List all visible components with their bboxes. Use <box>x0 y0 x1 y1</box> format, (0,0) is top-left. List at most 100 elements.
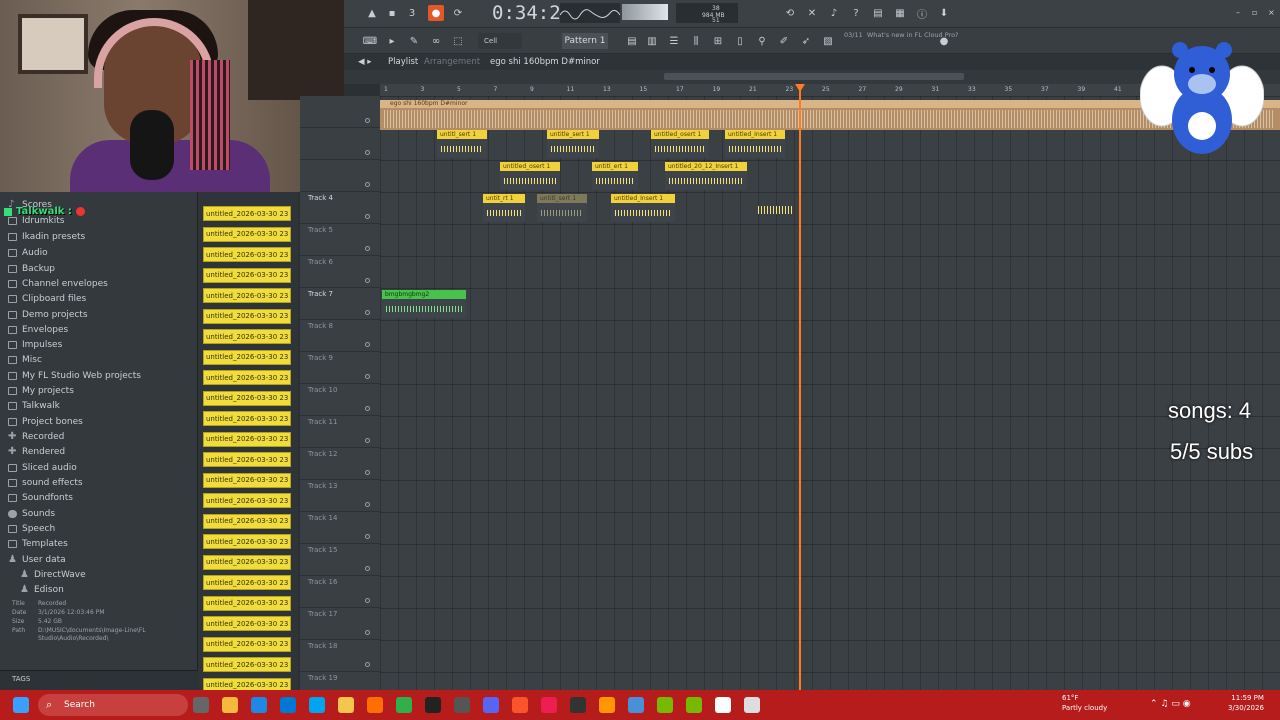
track-name[interactable]: Track 7 <box>308 290 333 298</box>
browser-item[interactable]: My FL Studio Web projects <box>8 369 141 383</box>
track-name[interactable]: Track 5 <box>308 226 333 234</box>
playlist-grid[interactable]: ego shi 160bpm D#minor untitl_sert 1 unti… <box>380 96 1280 690</box>
app-icon-grid[interactable] <box>454 697 470 713</box>
track-header-row[interactable]: Track 9 <box>300 352 380 384</box>
app-icon-k[interactable] <box>425 697 441 713</box>
tree-icon[interactable]: ⊞ <box>710 33 726 49</box>
taskbar-clock[interactable]: 11:59 PM 3/30/2026 <box>1228 693 1264 713</box>
bird-icon[interactable]: ➶ <box>798 33 814 49</box>
browser-item[interactable]: Speech <box>8 522 55 536</box>
draw-icon[interactable]: ✎ <box>406 33 422 49</box>
track-mute-icon[interactable] <box>365 406 370 411</box>
plug-icon[interactable]: ⚲ <box>754 33 770 49</box>
close-icon[interactable]: × <box>1268 8 1275 17</box>
file-item[interactable]: untitled_2026-03-30 23 <box>203 247 291 262</box>
browser-item[interactable]: Talkwalk <box>8 399 60 413</box>
nvidia-app-icon[interactable] <box>686 697 702 713</box>
track-name[interactable]: Track 19 <box>308 674 337 682</box>
chrome-icon[interactable] <box>222 697 238 713</box>
piano-roll-icon[interactable]: ⌨ <box>362 33 378 49</box>
track-name[interactable]: Track 9 <box>308 354 333 362</box>
track-header-row[interactable]: Track 11 <box>300 416 380 448</box>
audio-clip[interactable]: untitled_Insert 1 <box>725 130 785 158</box>
help-icon[interactable]: ? <box>848 5 864 21</box>
tags-bar[interactable]: TAGS <box>0 670 198 690</box>
track-mute-icon[interactable] <box>365 118 370 123</box>
file-item[interactable]: untitled_2026-03-30 23 <box>203 554 291 570</box>
file-item[interactable]: untitled_2026-03-30 23 <box>203 472 291 488</box>
file-item[interactable]: untitled_2026-03-30 23 <box>203 206 291 221</box>
discord-icon[interactable] <box>483 697 499 713</box>
browser-item[interactable]: Backup <box>8 262 55 276</box>
track-mute-icon[interactable] <box>365 150 370 155</box>
file-item[interactable]: untitled_2026-03-30 23 <box>203 595 291 611</box>
track-name[interactable]: Track 6 <box>308 258 333 266</box>
link-icon[interactable]: ∞ <box>428 33 444 49</box>
track-name[interactable]: Track 13 <box>308 482 337 490</box>
track-header-row[interactable] <box>300 160 380 192</box>
save-icon[interactable]: ▤ <box>870 5 886 21</box>
track-header-row[interactable]: Track 16 <box>300 576 380 608</box>
download-icon[interactable]: ⬇ <box>936 5 952 21</box>
task-view-icon[interactable] <box>193 697 209 713</box>
audio-clip[interactable]: untitle_sert 1 <box>547 130 599 158</box>
browser-item[interactable]: Sliced audio <box>8 461 77 475</box>
track-name[interactable]: Track 12 <box>308 450 337 458</box>
file-item[interactable]: untitled_2026-03-30 23 <box>203 493 291 508</box>
audio-clip[interactable]: untitl_sert 1 <box>437 130 487 158</box>
browser-item[interactable]: Envelopes <box>8 323 68 337</box>
metronome-icon[interactable]: 3 <box>404 5 420 21</box>
minimize-icon[interactable]: – <box>1236 8 1240 17</box>
scroll-thumb[interactable] <box>664 73 964 80</box>
track-header-row[interactable]: Track 10 <box>300 384 380 416</box>
audio-clip[interactable]: untitled_Insert 1 <box>611 194 675 222</box>
clipboard-icon[interactable]: ▯ <box>732 33 748 49</box>
audio-clip[interactable]: bmgbmgbmg2 <box>382 290 466 318</box>
track-mute-icon[interactable] <box>365 374 370 379</box>
arrangement-select[interactable]: ego shi 160bpm D#minor <box>490 57 600 67</box>
browser-item[interactable]: Impulses <box>8 338 62 352</box>
file-item[interactable]: untitled_2026-03-30 23 <box>203 431 291 447</box>
track-header-row[interactable]: Track 15 <box>300 544 380 576</box>
channel-rack-icon[interactable]: ▥ <box>644 33 660 49</box>
track-header-row[interactable]: Track 17 <box>300 608 380 640</box>
file-item[interactable]: untitled_2026-03-30 23 <box>203 411 291 426</box>
track-name[interactable]: Track 11 <box>308 418 337 426</box>
maximize-icon[interactable]: ▫ <box>1252 8 1257 17</box>
info-icon[interactable]: ⓘ <box>914 5 930 21</box>
weather-widget[interactable]: 61°F Partly cloudy <box>1062 693 1107 713</box>
track-mute-icon[interactable] <box>365 182 370 187</box>
plugin-icon[interactable]: ▦ <box>892 5 908 21</box>
file-item[interactable]: untitled_2026-03-30 23 <box>203 226 291 242</box>
browser-item[interactable]: Clipboard files <box>8 292 86 306</box>
snap-select[interactable]: Cell <box>478 33 522 49</box>
file-item[interactable]: untitled_2026-03-30 23 <box>203 329 291 344</box>
mic-icon[interactable]: ♪ <box>826 5 842 21</box>
track-header-row[interactable]: Track 5 <box>300 224 380 256</box>
track-name[interactable]: Track 4 <box>308 194 333 202</box>
track-mute-icon[interactable] <box>365 214 370 219</box>
browser-item[interactable]: ✚ Rendered <box>8 445 65 459</box>
track-name[interactable]: Track 16 <box>308 578 337 586</box>
browser-item[interactable]: sound effects <box>8 476 83 490</box>
store-icon[interactable] <box>309 697 325 713</box>
xbox-icon[interactable] <box>396 697 412 713</box>
track-mute-icon[interactable] <box>365 566 370 571</box>
playhead[interactable] <box>799 84 801 690</box>
file-item[interactable]: untitled_2026-03-30 23 <box>203 616 291 631</box>
file-item[interactable]: untitled_2026-03-30 23 <box>203 657 291 672</box>
file-item[interactable]: untitled_2026-03-30 23 <box>203 534 291 549</box>
browser-item[interactable]: ♟ Edison <box>20 583 64 597</box>
file-item[interactable]: untitled_2026-03-30 23 <box>203 267 291 283</box>
file-item[interactable]: untitled_2026-03-30 23 <box>203 575 291 590</box>
notepad-icon[interactable] <box>715 697 731 713</box>
browser-item[interactable]: Ikadin presets <box>8 230 85 244</box>
track-header-row[interactable]: Track 4 <box>300 192 380 224</box>
track-header-row[interactable]: Track 13 <box>300 480 380 512</box>
fl-app-icon[interactable] <box>367 697 383 713</box>
browser-item[interactable]: ✚ Recorded <box>8 430 64 444</box>
fl-studio-icon[interactable] <box>599 697 615 713</box>
track-mute-icon[interactable] <box>365 630 370 635</box>
track-header-row[interactable] <box>300 128 380 160</box>
mixer-icon[interactable]: ✕ <box>804 5 820 21</box>
